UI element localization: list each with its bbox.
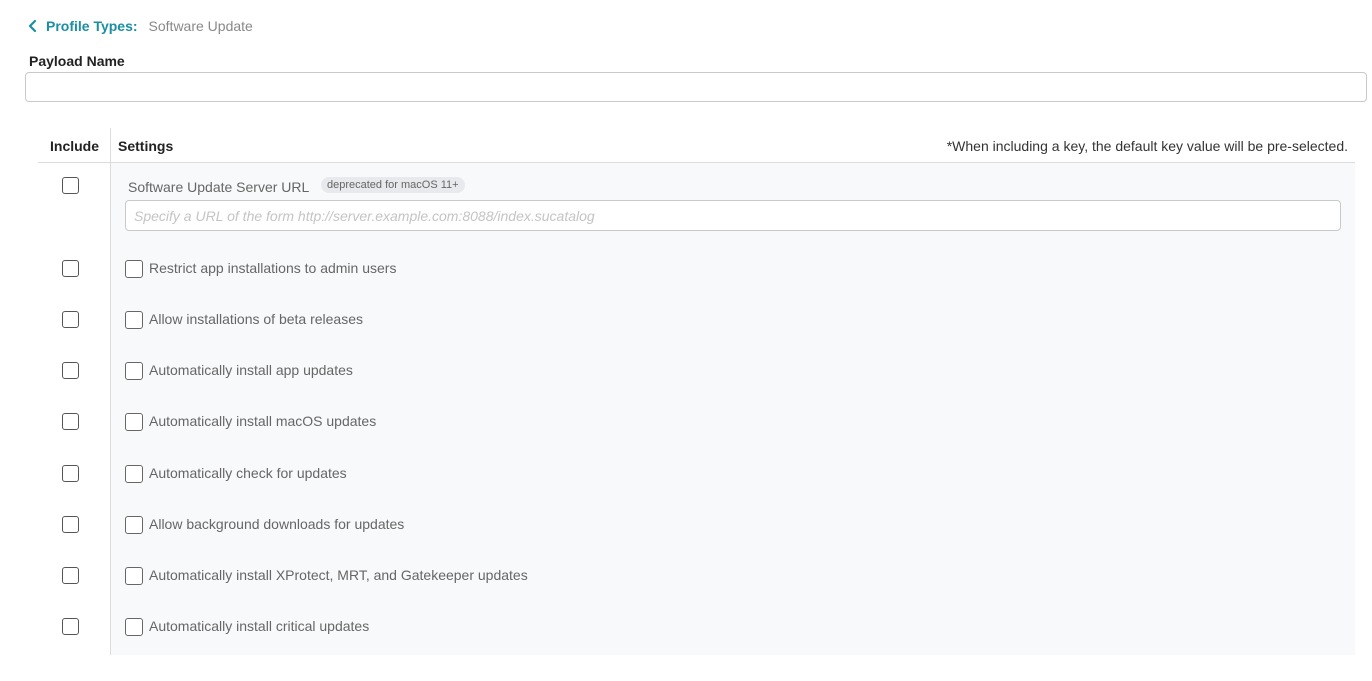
include-checkbox-server-url[interactable] bbox=[62, 177, 79, 194]
setting-label: Allow background downloads for updates bbox=[149, 516, 405, 532]
include-checkbox[interactable] bbox=[62, 362, 79, 379]
setting-checkbox[interactable] bbox=[125, 413, 143, 431]
include-checkbox[interactable] bbox=[62, 311, 79, 328]
include-checkbox[interactable] bbox=[62, 260, 79, 277]
setting-checkbox[interactable] bbox=[125, 516, 143, 534]
setting-checkbox[interactable] bbox=[125, 465, 143, 483]
setting-label: Restrict app installations to admin user… bbox=[149, 260, 397, 276]
settings-column-header: Settings bbox=[118, 138, 174, 154]
column-divider bbox=[110, 128, 111, 655]
include-checkbox[interactable] bbox=[62, 413, 79, 430]
include-column-header: Include bbox=[50, 138, 100, 154]
setting-label: Automatically install XProtect, MRT, and… bbox=[149, 567, 528, 583]
setting-label: Automatically check for updates bbox=[149, 465, 347, 481]
server-url-input[interactable] bbox=[125, 200, 1341, 231]
setting-label: Automatically install macOS updates bbox=[149, 413, 377, 429]
deprecated-badge: deprecated for macOS 11+ bbox=[321, 177, 465, 193]
setting-checkbox[interactable] bbox=[125, 567, 143, 585]
payload-name-input[interactable] bbox=[25, 72, 1367, 102]
setting-label: Allow installations of beta releases bbox=[149, 311, 364, 327]
chevron-left-icon[interactable] bbox=[28, 19, 38, 33]
include-checkbox[interactable] bbox=[62, 567, 79, 584]
payload-name-label: Payload Name bbox=[29, 53, 125, 69]
setting-checkbox[interactable] bbox=[125, 260, 143, 278]
setting-checkbox[interactable] bbox=[125, 618, 143, 636]
setting-label: Automatically install critical updates bbox=[149, 618, 370, 634]
breadcrumb-current: Software Update bbox=[148, 18, 253, 34]
breadcrumb: Profile Types: Software Update bbox=[28, 18, 253, 34]
setting-label: Automatically install app updates bbox=[149, 362, 353, 378]
include-checkbox[interactable] bbox=[62, 618, 79, 635]
default-key-note: *When including a key, the default key v… bbox=[946, 138, 1348, 154]
table-header: Include Settings *When including a key, … bbox=[38, 128, 1355, 163]
server-url-label: Software Update Server URL bbox=[128, 179, 310, 195]
include-checkbox[interactable] bbox=[62, 465, 79, 482]
include-checkbox[interactable] bbox=[62, 516, 79, 533]
setting-checkbox[interactable] bbox=[125, 362, 143, 380]
profile-types-link[interactable]: Profile Types: bbox=[46, 18, 138, 34]
settings-table: Include Settings *When including a key, … bbox=[38, 128, 1355, 655]
setting-checkbox[interactable] bbox=[125, 311, 143, 329]
